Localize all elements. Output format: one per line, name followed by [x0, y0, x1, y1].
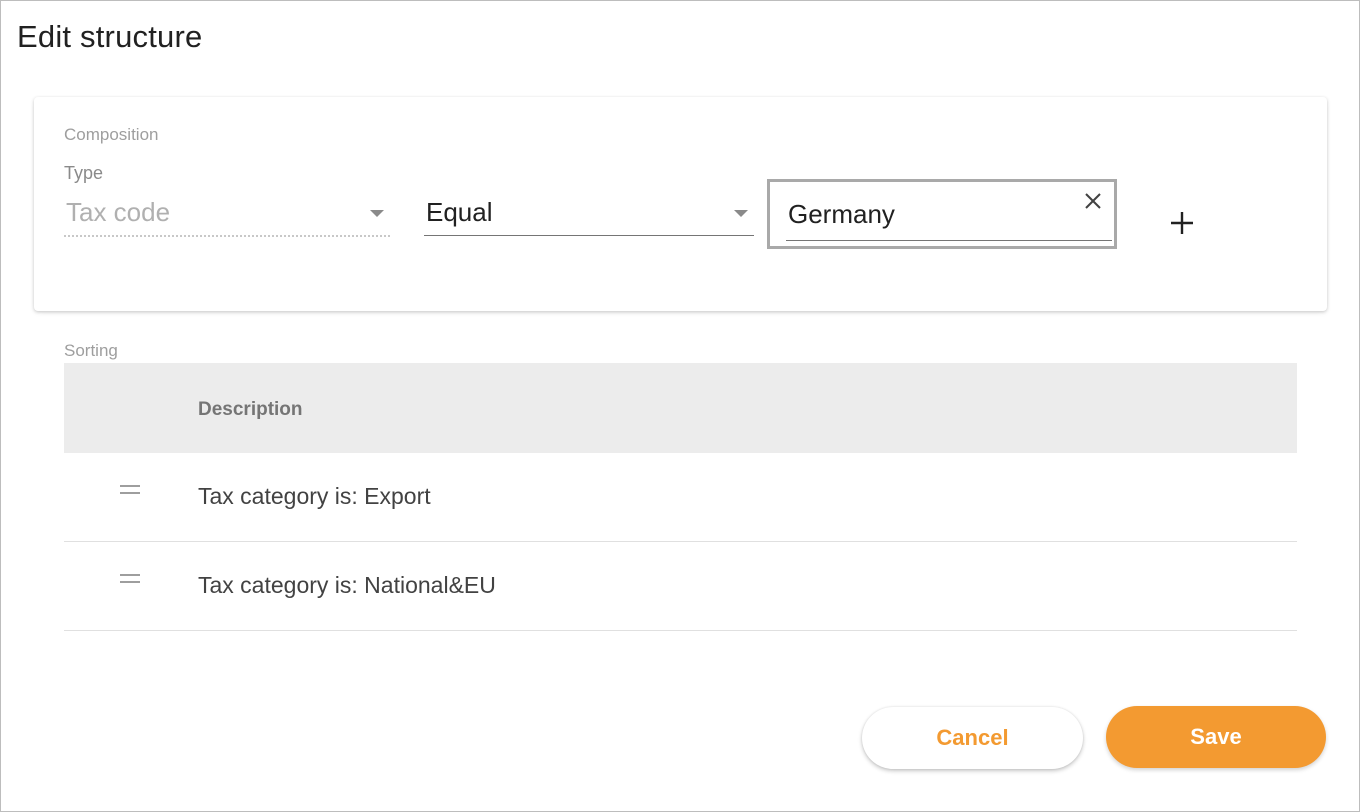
value-input[interactable]: [786, 198, 1078, 230]
close-icon[interactable]: [1082, 190, 1104, 212]
table-row[interactable]: Tax category is: National&EU: [64, 542, 1297, 631]
composition-label: Composition: [64, 125, 159, 144]
row-description: Tax category is: National&EU: [198, 572, 496, 598]
operator-select-value: Equal: [426, 197, 493, 227]
value-field-container: [767, 179, 1117, 249]
drag-handle-icon[interactable]: [120, 485, 140, 495]
composition-card: Composition Type Tax code Equal: [34, 97, 1327, 311]
value-input-underline: [786, 240, 1112, 241]
cancel-button[interactable]: Cancel: [862, 707, 1083, 769]
sorting-label: Sorting: [64, 341, 118, 360]
table-row[interactable]: Tax category is: Export: [64, 453, 1297, 542]
caret-down-icon: [734, 210, 748, 217]
type-caption: Type: [64, 163, 104, 183]
caret-down-icon: [370, 210, 384, 217]
table-header: Description: [64, 363, 1297, 453]
edit-structure-dialog: Edit structure Composition Type Tax code…: [0, 0, 1360, 812]
type-select-placeholder: Tax code: [66, 197, 171, 227]
drag-handle-icon[interactable]: [120, 574, 140, 584]
operator-select[interactable]: Equal: [424, 195, 754, 236]
sorting-table: Description Tax category is: Export Tax …: [64, 363, 1297, 631]
description-column-header[interactable]: Description: [198, 399, 303, 421]
dialog-title: Edit structure: [17, 19, 203, 54]
save-button[interactable]: Save: [1106, 706, 1326, 768]
row-description: Tax category is: Export: [198, 483, 431, 509]
plus-icon[interactable]: [1168, 209, 1196, 237]
type-select[interactable]: Tax code: [64, 195, 390, 237]
